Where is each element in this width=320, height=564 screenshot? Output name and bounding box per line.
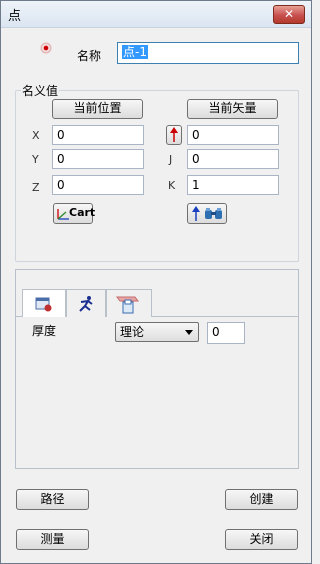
thickness-mode-value: 理论	[120, 325, 145, 339]
name-input-value: 点-1	[122, 45, 148, 59]
current-vector-button[interactable]: 当前矢量	[187, 99, 278, 119]
point-icon	[39, 41, 53, 55]
point-dialog: 点 ✕ 名称 点-1 名义值 当前位置 当前矢量 X 0 Y 0 Z 0 I 0…	[0, 0, 312, 564]
path-button[interactable]: 路径	[16, 489, 89, 510]
cart-button-label: Cart	[69, 206, 96, 219]
binoculars-icon	[205, 208, 222, 219]
runner-icon	[79, 296, 93, 312]
thickness-input[interactable]: 0	[207, 322, 245, 344]
tab-settings[interactable]	[22, 289, 66, 317]
k-label: K	[168, 179, 176, 192]
window-title: 点	[8, 9, 22, 24]
vector-find-button[interactable]	[187, 203, 227, 224]
flip-vector-button[interactable]	[166, 125, 182, 145]
thickness-label: 厚度	[32, 324, 57, 338]
z-input[interactable]: 0	[52, 175, 144, 195]
chevron-down-icon	[185, 330, 193, 335]
y-label: Y	[32, 153, 39, 166]
close-button[interactable]: 关闭	[225, 529, 298, 550]
cart-button[interactable]: Cart	[53, 203, 96, 224]
tab-document[interactable]	[106, 289, 152, 317]
red-arrow-up-icon	[170, 127, 178, 142]
tab-motion[interactable]	[66, 289, 106, 317]
k-input[interactable]: 1	[187, 175, 279, 195]
cartesian-axes-icon	[57, 209, 69, 220]
i-input[interactable]: 0	[187, 125, 279, 145]
x-input[interactable]: 0	[52, 125, 144, 145]
z-label: Z	[32, 181, 40, 194]
create-button[interactable]: 创建	[225, 489, 298, 510]
name-input[interactable]: 点-1	[117, 42, 299, 64]
title-bar: 点 ✕	[1, 1, 311, 28]
j-input[interactable]: 0	[187, 149, 279, 169]
settings-icon	[35, 297, 52, 312]
document-icon	[116, 296, 139, 314]
measure-button[interactable]: 测量	[16, 529, 89, 550]
blue-arrow-up-icon	[192, 206, 200, 221]
thickness-mode-select[interactable]: 理论	[115, 322, 199, 342]
name-label: 名称	[77, 49, 102, 63]
y-input[interactable]: 0	[52, 149, 144, 169]
current-position-button[interactable]: 当前位置	[52, 99, 143, 119]
nominal-group-label: 名义值	[21, 82, 60, 99]
close-window-button[interactable]: ✕	[273, 5, 305, 24]
j-label: J	[169, 153, 173, 166]
x-label: X	[32, 129, 40, 142]
